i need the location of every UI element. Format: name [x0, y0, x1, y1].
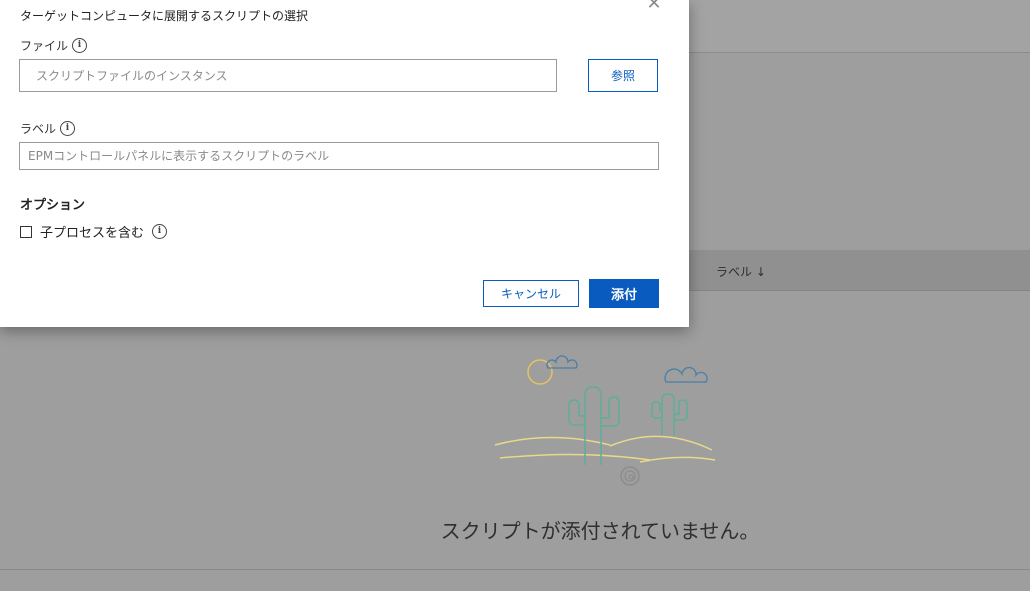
script-file-input[interactable]: [19, 59, 557, 92]
dialog-subtitle: ターゲットコンピュータに展開するスクリプトの選択: [20, 9, 309, 23]
file-label-text: ファイル: [20, 39, 69, 53]
script-label-input[interactable]: [19, 142, 659, 170]
attach-script-dialog: ターゲットコンピュータに展開するスクリプトの選択 ✕ ファイル i 参照 ラベル…: [0, 0, 689, 327]
label-field-label: ラベル i: [20, 120, 76, 137]
cancel-button[interactable]: キャンセル: [483, 280, 579, 307]
browse-button[interactable]: 参照: [588, 59, 658, 92]
divider: [0, 569, 1030, 570]
column-header-label[interactable]: ラベル ↓: [716, 263, 766, 280]
empty-state-message: スクリプトが添付されていません。: [440, 519, 760, 543]
options-heading: オプション: [20, 198, 86, 213]
empty-state-cactus-illustration: [494, 355, 716, 486]
include-child-processes-label[interactable]: 子プロセスを含む: [40, 222, 144, 241]
include-child-processes-row[interactable]: 子プロセスを含む i: [20, 222, 168, 241]
info-icon[interactable]: i: [152, 224, 168, 239]
close-icon[interactable]: ✕: [644, 0, 664, 14]
info-icon[interactable]: i: [60, 121, 76, 136]
label-label-text: ラベル: [20, 122, 57, 136]
info-icon[interactable]: i: [72, 38, 88, 53]
attach-button[interactable]: 添付: [589, 279, 659, 308]
include-child-processes-checkbox[interactable]: [20, 225, 32, 238]
file-field-label: ファイル i: [20, 37, 88, 54]
